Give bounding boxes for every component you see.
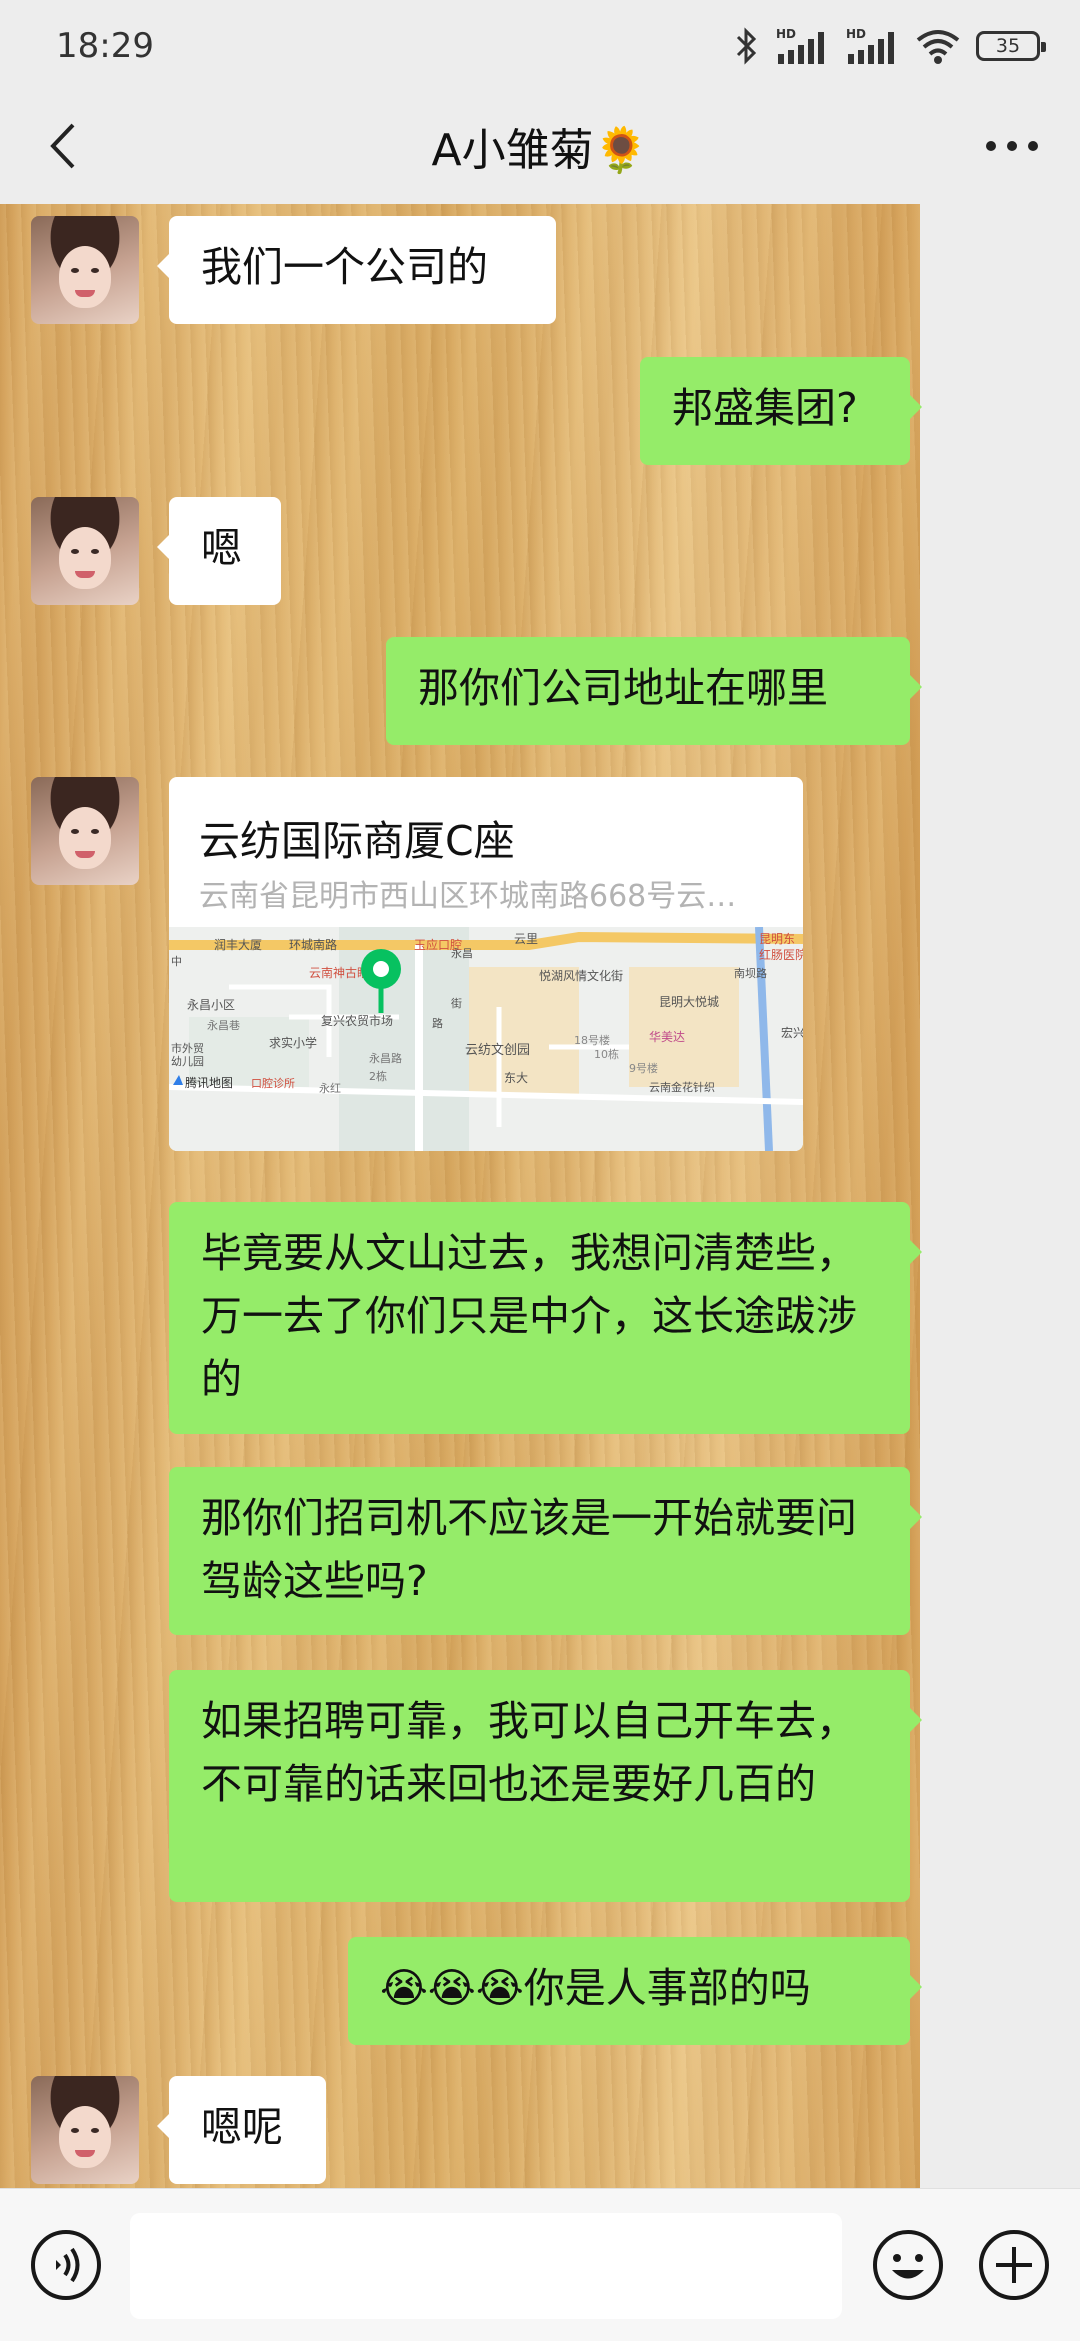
svg-text:东大: 东大 (504, 1071, 528, 1085)
more-dots-icon (986, 141, 1038, 151)
svg-text:云南金花针织: 云南金花针织 (649, 1080, 715, 1094)
location-address: 云南省昆明市西山区环城南路668号云… (199, 879, 737, 914)
message-text: 我们一个公司的 (201, 243, 488, 291)
message-input[interactable] (130, 2213, 842, 2319)
svg-text:路: 路 (432, 1017, 443, 1030)
svg-text:永昌: 永昌 (451, 946, 473, 960)
status-icons: HD HD 35 (734, 22, 1046, 70)
input-bar (0, 2188, 1080, 2341)
svg-text:环城南路: 环城南路 (289, 937, 337, 952)
cellular-signal-icon: HD (776, 27, 824, 64)
message-bubble-outgoing[interactable]: 邦盛集团? (640, 357, 922, 465)
cellular-signal-2-icon: HD (846, 27, 894, 64)
message-text: 嗯 (201, 524, 242, 572)
location-card[interactable]: 云纺国际商厦C座 云南省昆明市西山区环城南路668号云… 润丰大厦 环城南路 玉… (169, 777, 803, 1151)
svg-text:求实小学: 求实小学 (269, 1035, 317, 1050)
svg-text:永昌路: 永昌路 (369, 1051, 402, 1065)
svg-text:街: 街 (451, 996, 462, 1010)
message-text: 😭😭😭你是人事部的吗 (380, 1964, 811, 2012)
message-bubble-outgoing[interactable]: 如果招聘可靠，我可以自己开车去，不可靠的话来回也还是要好几百的 (169, 1670, 922, 1902)
svg-text:悦湖风情文化街: 悦湖风情文化街 (539, 968, 623, 983)
bluetooth-icon (736, 27, 757, 65)
plus-icon (979, 2230, 1049, 2300)
svg-text:润丰大厦: 润丰大厦 (214, 938, 262, 952)
more-functions-button[interactable] (978, 2229, 1050, 2301)
contact-avatar[interactable] (31, 2076, 139, 2184)
wifi-icon (916, 30, 960, 64)
svg-text:18号楼: 18号楼 (574, 1033, 610, 1047)
chat-title: A小雏菊🌻 (431, 125, 649, 176)
svg-text:红肠医院: 红肠医院 (759, 947, 803, 962)
voice-button[interactable] (30, 2229, 102, 2301)
svg-text:昆明大悦城: 昆明大悦城 (659, 995, 719, 1009)
svg-text:昆明东: 昆明东 (759, 932, 795, 946)
status-time: 18:29 (56, 26, 154, 66)
svg-text:云纺文创园: 云纺文创园 (465, 1043, 530, 1058)
svg-text:2栋: 2栋 (369, 1069, 387, 1083)
svg-text:永红: 永红 (319, 1081, 341, 1095)
message-bubble-outgoing[interactable]: 那你们招司机不应该是一开始就要问驾龄这些吗? (169, 1467, 922, 1635)
svg-text:永昌小区: 永昌小区 (187, 998, 235, 1012)
svg-text:市外贸: 市外贸 (171, 1041, 204, 1055)
svg-text:口腔诊所: 口腔诊所 (251, 1076, 295, 1090)
message-text: 邦盛集团? (672, 384, 858, 432)
message-bubble-incoming[interactable]: 嗯 (157, 497, 281, 605)
svg-text:幼儿园: 幼儿园 (171, 1055, 204, 1068)
message-text: 那你们招司机不应该是一开始就要问驾龄这些吗? (201, 1494, 857, 1605)
voice-icon (31, 2230, 101, 2300)
location-title: 云纺国际商厦C座 (199, 817, 515, 865)
message-text: 那你们公司地址在哪里 (418, 664, 828, 712)
message-bubble-outgoing[interactable]: 😭😭😭你是人事部的吗 (348, 1937, 922, 2045)
chat-side-gutter (920, 204, 1080, 2188)
message-text: 嗯呢 (201, 2103, 283, 2151)
message-bubble-outgoing[interactable]: 那你们公司地址在哪里 (386, 637, 922, 745)
message-text: 毕竟要从文山过去，我想问清楚些，万一去了你们只是中介，这长途跋涉的 (201, 1229, 857, 1403)
svg-text:南坝路: 南坝路 (734, 966, 767, 980)
location-map[interactable]: 润丰大厦 环城南路 玉应口腔 云里 昆明东 红肠医院 云南神古眼科 悦湖风情文化… (169, 927, 803, 1151)
svg-text:HD: HD (776, 27, 796, 41)
svg-text:10栋: 10栋 (594, 1047, 619, 1061)
emoji-button[interactable] (872, 2229, 944, 2301)
svg-text:宏兴: 宏兴 (781, 1025, 803, 1040)
contact-avatar[interactable] (31, 216, 139, 324)
message-bubble-incoming[interactable]: 嗯呢 (157, 2076, 326, 2184)
svg-text:复兴农贸市场: 复兴农贸市场 (321, 1013, 393, 1028)
message-bubble-incoming[interactable]: 我们一个公司的 (157, 216, 556, 324)
emoji-icon (873, 2230, 943, 2300)
message-bubble-outgoing[interactable]: 毕竟要从文山过去，我想问清楚些，万一去了你们只是中介，这长途跋涉的 (169, 1202, 922, 1434)
contact-avatar[interactable] (31, 497, 139, 605)
svg-text:HD: HD (846, 27, 866, 41)
chat-header: A小雏菊🌻 (0, 90, 1080, 204)
svg-text:永昌巷: 永昌巷 (207, 1018, 240, 1032)
svg-text:中: 中 (171, 955, 182, 968)
svg-text:9号楼: 9号楼 (629, 1061, 658, 1075)
svg-text:腾讯地图: 腾讯地图 (185, 1075, 233, 1090)
more-options-button[interactable] (972, 110, 1052, 182)
svg-text:华美达: 华美达 (649, 1030, 685, 1044)
contact-avatar[interactable] (31, 777, 139, 885)
battery-level: 35 (995, 35, 1021, 57)
message-text: 如果招聘可靠，我可以自己开车去，不可靠的话来回也还是要好几百的 (201, 1697, 857, 1808)
battery-icon: 35 (976, 31, 1046, 61)
status-bar: 18:29 HD HD 35 (0, 0, 1080, 90)
svg-text:云里: 云里 (514, 932, 538, 946)
